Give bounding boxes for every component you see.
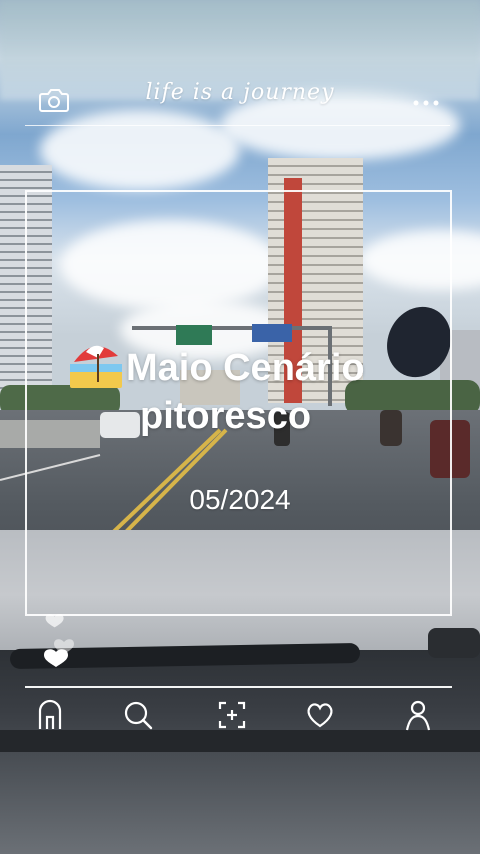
- nav-divider: [25, 686, 452, 688]
- bottom-nav: [0, 695, 480, 739]
- card-date: 05/2024: [189, 484, 291, 515]
- profile-icon[interactable]: [398, 695, 438, 735]
- card-title: Maio Cenário pitoresco: [68, 338, 448, 440]
- tagline: life is a journey: [145, 80, 335, 105]
- add-photo-icon[interactable]: [212, 695, 252, 735]
- camera-icon[interactable]: [38, 86, 70, 114]
- favorite-icon[interactable]: [300, 695, 340, 735]
- heart-icon[interactable]: [42, 612, 82, 672]
- beach-umbrella-icon: [68, 338, 124, 390]
- header-divider: [25, 125, 450, 126]
- more-dots-icon[interactable]: [412, 90, 442, 110]
- search-icon[interactable]: [118, 695, 158, 735]
- title-line-2: pitoresco: [140, 395, 312, 437]
- title-line-1: Maio Cenário: [126, 347, 365, 389]
- car-dashboard: [0, 650, 480, 854]
- home-icon[interactable]: [30, 695, 70, 735]
